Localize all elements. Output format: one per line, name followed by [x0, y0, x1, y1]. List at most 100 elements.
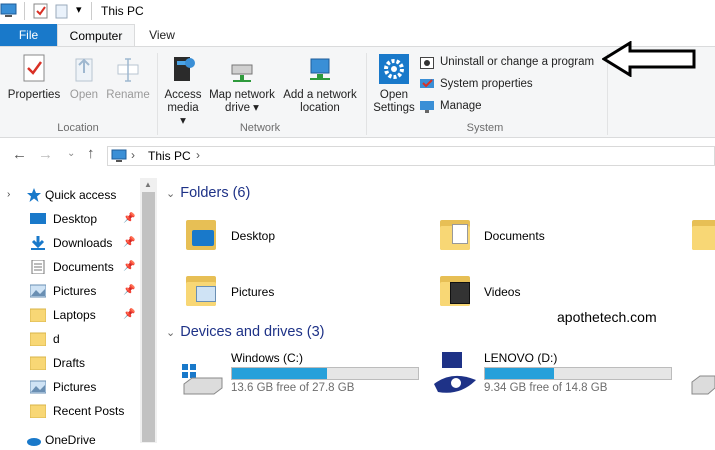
- quick-access-dropdown-icon[interactable]: ▾: [76, 3, 82, 16]
- drive-d-name[interactable]: LENOVO (D:): [484, 351, 557, 365]
- download-icon: [31, 236, 45, 250]
- forward-arrow-icon[interactable]: →: [38, 146, 53, 163]
- nav-label: Pictures: [53, 284, 97, 298]
- open-settings-label-2: Settings: [373, 102, 415, 114]
- nav-label: OneDrive: [45, 433, 96, 447]
- system-properties-label: System properties: [440, 78, 533, 90]
- tab-computer[interactable]: Computer: [57, 24, 135, 46]
- folder-icon: [30, 356, 46, 370]
- drive-d-free-space: 9.34 GB free of 14.8 GB: [484, 382, 608, 394]
- expand-chevron-icon[interactable]: ›: [7, 189, 10, 200]
- dvd-drive-icon[interactable]: [690, 372, 715, 396]
- windows-drive-icon[interactable]: [180, 362, 224, 396]
- network-drive-icon: [231, 64, 253, 82]
- collapse-chevron-icon[interactable]: ⌄: [166, 187, 175, 200]
- navigation-bar: ← → ⌄ ↑ › This PC ›: [0, 138, 715, 174]
- folder-documents-icon[interactable]: [440, 216, 470, 250]
- title-bar: ▾ This PC: [0, 0, 715, 24]
- nav-label: d: [53, 332, 60, 346]
- properties-quick-icon[interactable]: [33, 3, 49, 19]
- breadcrumb-this-pc[interactable]: This PC: [148, 149, 191, 163]
- nav-scrollbar[interactable]: ▲: [140, 178, 157, 443]
- folders-header-label: Folders (6): [180, 185, 251, 201]
- nav-label: Desktop: [53, 212, 98, 226]
- ribbon: Properties Open Rename Location Access m…: [0, 41, 715, 138]
- access-media-button[interactable]: Access media ▾: [163, 53, 203, 128]
- media-server-icon: [174, 57, 195, 81]
- folder-videos-label[interactable]: Videos: [484, 285, 520, 299]
- folder-desktop-label[interactable]: Desktop: [231, 229, 275, 243]
- properties-button[interactable]: Properties: [6, 53, 62, 102]
- nav-label: Downloads: [53, 236, 113, 250]
- breadcrumb-separator[interactable]: ›: [131, 148, 135, 162]
- drive-c-free-space: 13.6 GB free of 27.8 GB: [231, 382, 355, 394]
- ribbon-separator: [157, 53, 158, 135]
- open-icon: [75, 58, 93, 82]
- add-network-location-button[interactable]: Add a network location: [281, 53, 359, 115]
- breadcrumb-separator[interactable]: ›: [196, 148, 200, 162]
- network-location-icon: [310, 58, 330, 80]
- drive-c-name[interactable]: Windows (C:): [231, 351, 303, 365]
- open-button[interactable]: Open: [66, 53, 102, 102]
- network-group-label: Network: [239, 122, 281, 134]
- rename-label: Rename: [106, 89, 150, 101]
- folder-pictures-icon[interactable]: [186, 272, 216, 306]
- recent-locations-icon[interactable]: ⌄: [67, 148, 75, 159]
- pin-icon[interactable]: 📌: [123, 237, 135, 248]
- up-arrow-icon[interactable]: ↑: [87, 145, 95, 162]
- access-media-label-2: media ▾: [167, 102, 199, 127]
- lenovo-drive-icon[interactable]: [432, 350, 480, 398]
- scroll-thumb[interactable]: [142, 192, 155, 442]
- properties-label: Properties: [7, 89, 61, 101]
- drive-c-usage-bar: [231, 367, 419, 380]
- desktop-icon: [30, 213, 46, 224]
- rename-button[interactable]: Rename: [105, 53, 151, 102]
- uninstall-icon: [420, 57, 434, 69]
- documents-icon: [31, 260, 45, 274]
- address-bar[interactable]: › This PC ›: [107, 146, 715, 166]
- collapse-chevron-icon[interactable]: ⌄: [166, 326, 175, 339]
- pin-icon[interactable]: 📌: [123, 261, 135, 272]
- back-arrow-icon[interactable]: ←: [12, 146, 27, 163]
- new-folder-quick-icon[interactable]: [55, 3, 69, 19]
- map-drive-label-1: Map network: [209, 89, 275, 101]
- drives-section-header[interactable]: ⌄ Devices and drives (3): [166, 324, 324, 340]
- open-settings-button[interactable]: Open Settings: [372, 53, 416, 115]
- tab-file[interactable]: File: [0, 24, 57, 46]
- map-network-drive-button[interactable]: Map network drive ▾: [206, 53, 278, 115]
- watermark-text: apothetech.com: [557, 309, 657, 325]
- folder-pictures-label[interactable]: Pictures: [231, 285, 274, 299]
- this-pc-icon: [111, 149, 127, 162]
- open-label: Open: [69, 89, 99, 101]
- uninstall-label: Uninstall or change a program: [440, 56, 595, 68]
- computer-management-icon: [420, 101, 434, 113]
- system-properties-icon: [420, 79, 434, 88]
- ribbon-separator: [366, 53, 367, 135]
- settings-gear-icon: [379, 54, 409, 84]
- folder-downloads-icon[interactable]: [692, 216, 715, 250]
- nav-label: Documents: [53, 260, 114, 274]
- folder-videos-icon[interactable]: [440, 272, 470, 306]
- cloud-icon: [27, 438, 41, 446]
- pin-icon[interactable]: 📌: [123, 285, 135, 296]
- access-media-label-1: Access: [164, 89, 202, 101]
- nav-label: Drafts: [53, 356, 86, 370]
- system-group-label: System: [466, 122, 504, 134]
- scroll-up-icon[interactable]: ▲: [144, 180, 152, 189]
- navigation-pane: › Quick access Desktop 📌 Downloads 📌 Doc…: [0, 178, 140, 447]
- pictures-icon: [30, 284, 46, 298]
- map-drive-label-2: drive ▾: [225, 102, 259, 114]
- drive-c-usage-fill: [232, 368, 327, 379]
- folder-icon: [30, 332, 46, 346]
- folder-desktop-icon[interactable]: [186, 216, 216, 250]
- drive-d-usage-bar: [484, 367, 672, 380]
- folder-documents-label[interactable]: Documents: [484, 229, 545, 243]
- pin-icon[interactable]: 📌: [123, 213, 135, 224]
- rename-icon: [117, 58, 139, 82]
- pin-icon[interactable]: 📌: [123, 309, 135, 320]
- add-location-label-2: location: [300, 102, 340, 114]
- tab-view[interactable]: View: [135, 24, 189, 46]
- annotation-arrow-icon: [602, 41, 696, 77]
- properties-icon: [23, 54, 45, 82]
- folders-section-header[interactable]: ⌄ Folders (6): [166, 185, 250, 201]
